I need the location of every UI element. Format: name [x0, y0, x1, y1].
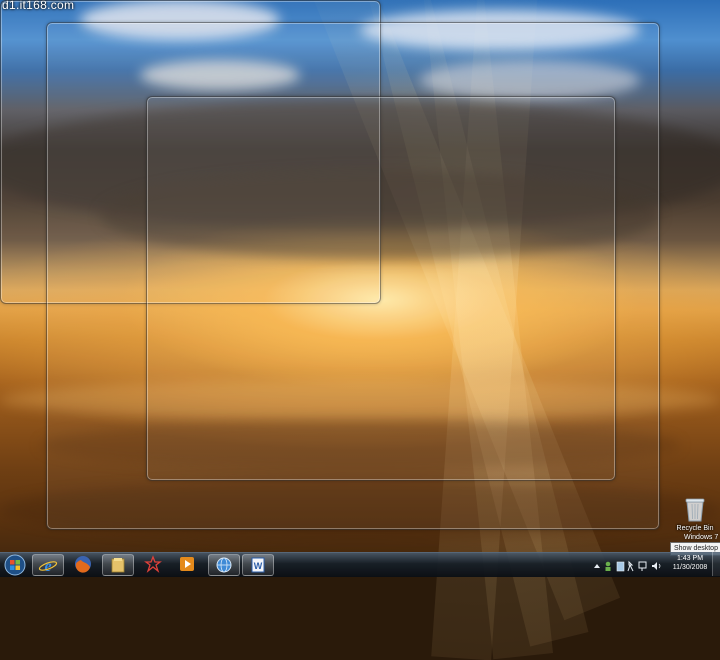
taskbar-item-firefox[interactable]	[68, 554, 100, 576]
show-desktop-button[interactable]	[712, 552, 720, 576]
media-player-icon	[180, 557, 194, 571]
taskbar-item-media-player[interactable]	[172, 554, 204, 576]
taskbar-item-internet-explorer[interactable]: e	[32, 554, 64, 576]
show-hidden-icons-icon	[594, 564, 600, 568]
recycle-bin-label: Recycle Bin	[676, 525, 714, 532]
windows-logo-icon	[4, 554, 26, 576]
system-tray[interactable]	[592, 560, 662, 572]
taskbar-item-word[interactable]: W	[242, 554, 274, 576]
os-edition-label: Windows 7	[684, 534, 719, 541]
svg-text:e: e	[44, 558, 51, 575]
glass-window-frame[interactable]	[146, 96, 616, 481]
star-app-icon	[144, 555, 162, 573]
word-icon: W	[251, 557, 265, 573]
volume-icon	[652, 562, 657, 570]
taskbar-item-globe[interactable]	[208, 554, 240, 576]
svg-text:W: W	[254, 561, 263, 571]
accessibility-icon	[627, 560, 634, 572]
document-icon	[616, 561, 625, 572]
network-icon	[638, 561, 647, 569]
recycle-bin-icon	[684, 496, 706, 522]
start-button[interactable]	[2, 554, 28, 576]
user-icon	[605, 561, 611, 567]
taskbar: e W	[0, 552, 720, 577]
recycle-bin[interactable]: Recycle Bin	[672, 496, 718, 533]
folder-icon	[111, 558, 125, 573]
taskbar-item-windows-explorer[interactable]	[102, 554, 134, 576]
taskbar-clock[interactable]: 1:43 PM 11/30/2008	[668, 554, 712, 572]
clock-date: 11/30/2008	[672, 564, 708, 571]
clock-time: 1:43 PM	[676, 555, 704, 562]
globe-icon	[216, 557, 232, 573]
ie-icon: e	[38, 558, 58, 575]
firefox-icon	[75, 556, 91, 573]
taskbar-item-app[interactable]	[138, 554, 170, 576]
